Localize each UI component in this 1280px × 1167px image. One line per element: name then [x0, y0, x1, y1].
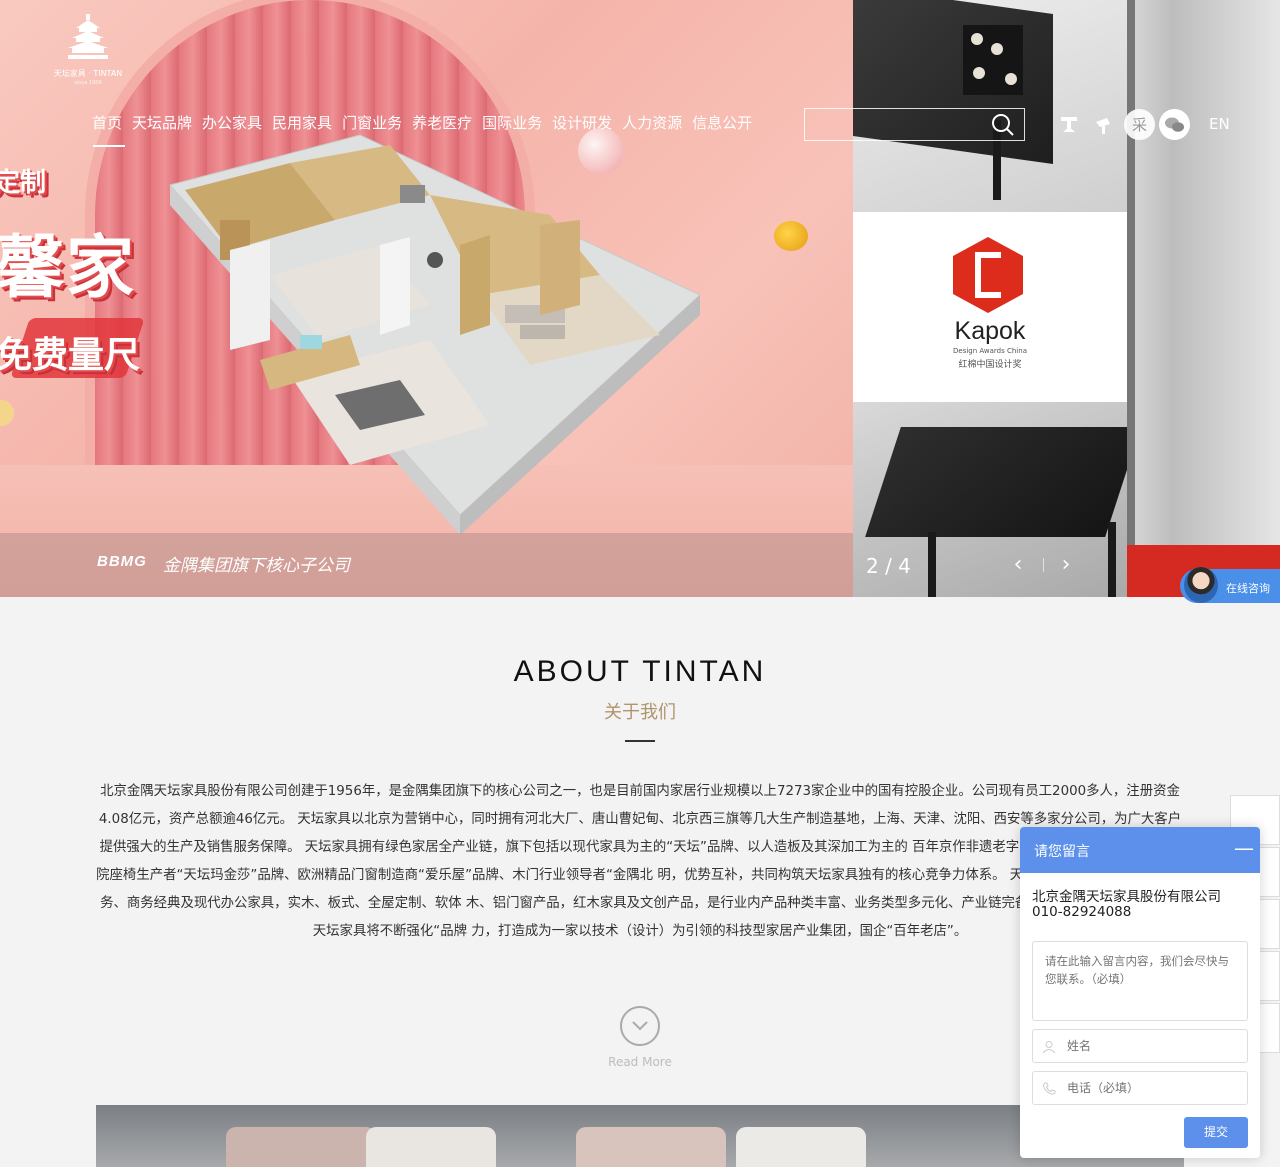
- prev-slide-button[interactable]: ‹: [1008, 552, 1028, 578]
- language-switch[interactable]: EN: [1209, 115, 1230, 133]
- name-input[interactable]: [1067, 1031, 1237, 1061]
- nav-item-home-furniture[interactable]: 民用家具: [272, 112, 332, 134]
- message-header: 请您留言 —: [1020, 827, 1260, 873]
- pillow: [366, 1127, 496, 1167]
- table-leg: [1108, 522, 1116, 597]
- douyin-icon[interactable]: [1088, 109, 1119, 140]
- table-surface: [865, 427, 1127, 537]
- nav-item-disclosure[interactable]: 信息公开: [692, 112, 752, 134]
- temple-of-heaven-icon: [68, 14, 108, 59]
- douyin-glyph: [1095, 117, 1110, 134]
- read-more-chevron-icon[interactable]: [620, 1006, 660, 1046]
- nav-item-home[interactable]: 首页: [92, 112, 122, 134]
- slide-counter: 2 / 4: [866, 554, 911, 578]
- pillow: [576, 1127, 726, 1167]
- award-sub-cn: 红棉中国设计奖: [958, 360, 1022, 370]
- hero-tagline: 金隅集团旗下核心子公司: [163, 556, 350, 576]
- hero-slide-after[interactable]: [1127, 0, 1280, 597]
- search-icon[interactable]: [991, 113, 1015, 137]
- decor-dot: [0, 400, 14, 426]
- promo-line-2: 馨家: [0, 228, 137, 308]
- next-slide-button[interactable]: ›: [1056, 552, 1076, 578]
- kapok-award: Kapok Design Awards China 红棉中国设计奖: [853, 212, 1127, 402]
- nav-item-office-furniture[interactable]: 办公家具: [202, 112, 262, 134]
- wechat-glyph: [1164, 117, 1184, 132]
- wechat-icon[interactable]: [1159, 109, 1190, 140]
- teacup: [971, 33, 983, 45]
- nav-item-elderly-care[interactable]: 养老医疗: [412, 112, 472, 134]
- consultant-avatar: [1184, 567, 1218, 603]
- pillow: [226, 1127, 376, 1167]
- purchase-icon[interactable]: 采: [1124, 109, 1155, 140]
- name-field: [1032, 1029, 1248, 1063]
- decor-coin: [774, 221, 808, 251]
- message-textarea[interactable]: [1032, 941, 1248, 1021]
- purchase-label: 采: [1131, 116, 1147, 134]
- main-nav: 首页 天坛品牌 办公家具 民用家具 门窗业务 养老医疗 国际业务 设计研发 人力…: [92, 112, 762, 134]
- about-subtitle: 关于我们: [604, 702, 676, 723]
- award-name: Kapok: [954, 317, 1026, 345]
- promo-line-3: 免费量尺: [0, 334, 141, 376]
- company-name: 北京金隅天坛家具股份有限公司: [1032, 889, 1221, 905]
- company-phone: 010-82924088: [1032, 904, 1132, 920]
- promo-line-1: 定制: [0, 168, 47, 198]
- logo-text: 天坛家具 · TINTAN: [53, 69, 123, 78]
- consult-label: 在线咨询: [1226, 582, 1270, 595]
- nav-item-doors-windows[interactable]: 门窗业务: [342, 112, 402, 134]
- submit-button[interactable]: 提交: [1184, 1117, 1248, 1148]
- table-leg: [928, 532, 936, 597]
- arrow-divider: [1043, 558, 1044, 572]
- minimize-button[interactable]: —: [1234, 837, 1254, 859]
- online-consult-button[interactable]: 在线咨询: [1180, 567, 1280, 603]
- about-title: ABOUT TINTAN: [513, 655, 767, 688]
- tea-table-image: [853, 0, 1127, 212]
- teapot: [973, 67, 985, 79]
- nav-item-design-rd[interactable]: 设计研发: [552, 112, 612, 134]
- nav-item-international[interactable]: 国际业务: [482, 112, 542, 134]
- phone-field: [1032, 1071, 1248, 1105]
- search-box: [804, 108, 1025, 141]
- tea-tray: [963, 25, 1023, 95]
- kapok-logo-mark: [975, 252, 1001, 298]
- user-icon: [1042, 1041, 1056, 1054]
- nav-active-indicator: [93, 145, 125, 147]
- phone-icon: [1042, 1082, 1056, 1095]
- weibo-glyph: [1060, 116, 1077, 132]
- message-title: 请您留言: [1034, 844, 1090, 860]
- teacup: [1005, 73, 1017, 85]
- hero-slide-next[interactable]: Kapok Design Awards China 红棉中国设计奖: [853, 0, 1127, 597]
- chevron-down-icon: [632, 1021, 648, 1031]
- teacup: [991, 43, 1003, 55]
- message-widget: 请您留言 — 北京金隅天坛家具股份有限公司 010-82924088 提交: [1020, 827, 1260, 1158]
- nav-item-hr[interactable]: 人力资源: [622, 112, 682, 134]
- wall-edge: [1127, 0, 1135, 545]
- weibo-icon[interactable]: [1053, 109, 1084, 140]
- pillow: [736, 1127, 866, 1167]
- title-divider: [625, 740, 655, 742]
- logo-since: since 1956: [74, 80, 102, 86]
- phone-input[interactable]: [1067, 1073, 1237, 1103]
- bbmg-logo: BBMG: [97, 553, 147, 570]
- hero-banner: 定制 馨家 免费量尺 BBMG 金隅集团旗下核心子公司 Kapok Design…: [0, 0, 1280, 597]
- award-sub-en: Design Awards China: [953, 347, 1027, 355]
- nav-item-brand[interactable]: 天坛品牌: [132, 112, 192, 134]
- site-logo[interactable]: 天坛家具 · TINTAN since 1956: [48, 14, 128, 89]
- apartment-floorplan-image: [169, 134, 700, 535]
- hero-slide-current[interactable]: 定制 馨家 免费量尺: [0, 0, 853, 597]
- search-input[interactable]: [805, 109, 985, 140]
